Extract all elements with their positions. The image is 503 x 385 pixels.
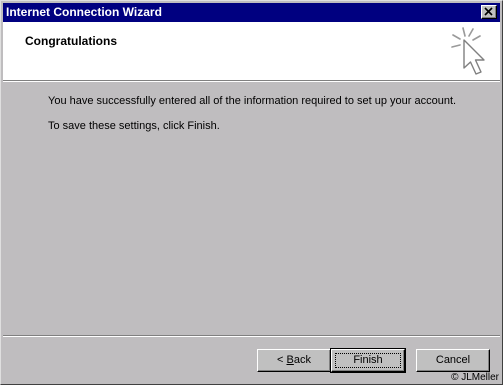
wizard-window: Internet Connection Wizard Congratulatio… [0,0,503,385]
success-message: You have successfully entered all of the… [48,95,457,107]
window-title: Internet Connection Wizard [6,5,162,19]
close-icon [484,7,493,16]
instruction-message: To save these settings, click Finish. [48,120,220,132]
back-button-prefix: < [277,354,287,366]
close-button[interactable] [481,5,497,19]
wizard-header: Congratulations [3,22,500,80]
cancel-button-label: Cancel [435,354,471,366]
back-button[interactable]: < Back [257,349,331,372]
wizard-cursor-icon [451,27,485,75]
header-divider [3,80,500,82]
focus-rect [335,353,401,368]
back-button-mnemonic: B [286,354,294,366]
back-button-label: ack [293,354,311,366]
finish-button[interactable]: Finish [330,348,406,373]
title-bar[interactable]: Internet Connection Wizard [3,3,500,22]
footer-divider [3,335,500,337]
copyright-watermark: © JLMeller [451,372,499,383]
page-title: Congratulations [25,34,117,48]
cancel-button[interactable]: Cancel [416,349,490,372]
